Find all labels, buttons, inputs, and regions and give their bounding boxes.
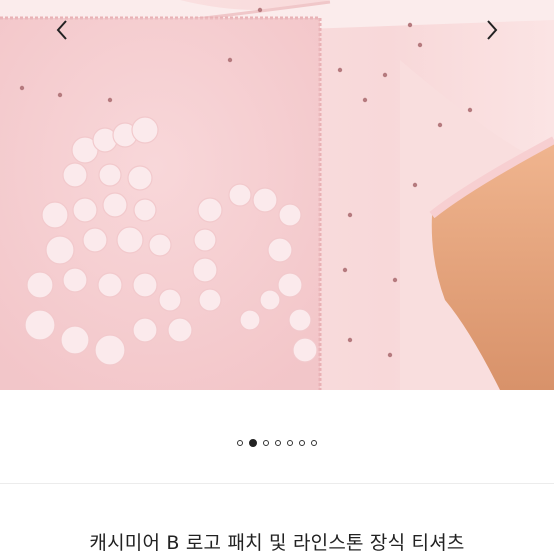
- chevron-left-icon: [56, 20, 67, 40]
- product-title: 캐시미어 B 로고 패치 및 라인스톤 장식 티셔츠: [89, 532, 465, 554]
- pagination-dot[interactable]: [287, 440, 293, 446]
- pagination-dot[interactable]: [237, 440, 243, 446]
- product-photo: [0, 0, 554, 390]
- carousel-pagination: [0, 436, 554, 450]
- pagination-dot-active[interactable]: [249, 439, 257, 447]
- next-slide-button[interactable]: [474, 12, 510, 48]
- section-divider: [0, 483, 554, 484]
- chevron-right-icon: [487, 20, 498, 40]
- product-image-carousel[interactable]: [0, 0, 554, 390]
- pagination-dot[interactable]: [275, 440, 281, 446]
- pagination-dot[interactable]: [263, 440, 269, 446]
- pagination-dot[interactable]: [311, 440, 317, 446]
- pagination-dot[interactable]: [299, 440, 305, 446]
- prev-slide-button[interactable]: [44, 12, 80, 48]
